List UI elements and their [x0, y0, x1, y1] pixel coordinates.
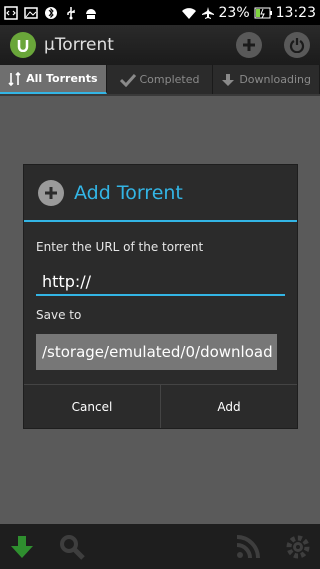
tab-label: All Torrents	[26, 72, 98, 85]
add-icon	[38, 179, 64, 206]
tab-label: Downloading	[239, 73, 312, 86]
rss-icon[interactable]	[234, 533, 262, 561]
add-torrent-dialog: Add Torrent Enter the URL of the torrent…	[23, 164, 298, 429]
settings-icon[interactable]	[284, 533, 312, 561]
bluetooth-icon	[45, 6, 57, 19]
clock: 13:23	[275, 4, 316, 21]
add-button[interactable]: Add	[160, 385, 297, 428]
dialog-buttons: Cancel Add	[24, 384, 297, 428]
airplane-icon	[201, 6, 214, 19]
battery-icon	[254, 7, 272, 18]
bottom-toolbar	[0, 524, 320, 569]
battery-percent: 23%	[218, 4, 250, 21]
url-label: Enter the URL of the torrent	[36, 240, 204, 254]
download-icon[interactable]	[8, 533, 36, 561]
android-icon	[86, 8, 96, 19]
sort-icon	[8, 71, 21, 86]
cancel-button[interactable]: Cancel	[24, 385, 160, 428]
save-to-label: Save to	[36, 308, 82, 322]
code-icon	[4, 5, 18, 20]
tab-completed[interactable]: Completed	[107, 65, 214, 94]
power-button[interactable]	[284, 32, 310, 58]
dialog-title: Add Torrent	[74, 181, 183, 204]
tab-label: Completed	[139, 73, 200, 86]
power-icon	[289, 38, 305, 53]
tab-downloading[interactable]: Downloading	[213, 65, 320, 94]
search-icon[interactable]	[58, 533, 86, 561]
check-icon	[119, 73, 136, 87]
tab-all-torrents[interactable]: All Torrents	[0, 65, 107, 94]
app-title: µTorrent	[44, 35, 114, 55]
usb-icon	[67, 6, 75, 19]
dialog-header: Add Torrent	[24, 165, 297, 222]
add-icon	[243, 39, 255, 51]
add-torrent-button[interactable]	[236, 32, 262, 58]
status-bar: 23% 13:23	[0, 0, 320, 25]
wifi-icon	[181, 7, 196, 19]
action-bar: µTorrent	[0, 25, 320, 65]
torrent-url-input[interactable]	[36, 268, 285, 296]
utorrent-logo-icon	[10, 32, 36, 58]
torrent-tabs: All Torrents Completed Downloading	[0, 65, 320, 96]
save-path-field[interactable]: /storage/emulated/0/download	[36, 334, 277, 370]
image-icon	[24, 6, 38, 19]
download-arrow-icon	[222, 73, 235, 86]
